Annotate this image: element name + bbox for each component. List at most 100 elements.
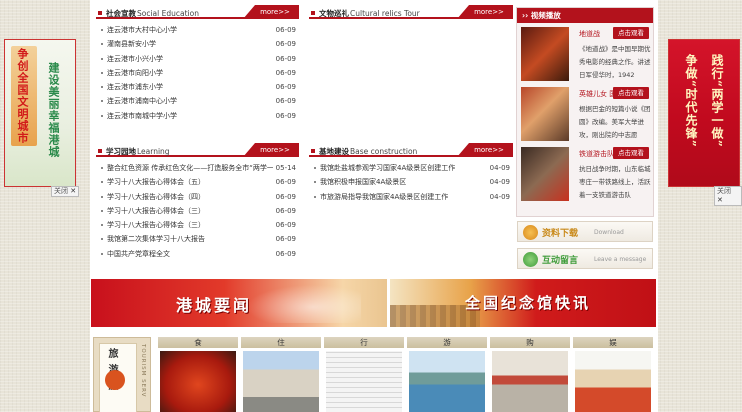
list-item[interactable]: 连云港市小兴小学 06-09	[96, 51, 299, 66]
item-date: 06-09	[272, 51, 296, 66]
leave-message-button[interactable]: 互动留言 Leave a message	[517, 248, 653, 269]
right-banner-slogan-a: 践行“两学一做”	[710, 54, 724, 148]
tourism-sightseeing[interactable]: 游	[407, 337, 487, 412]
list-item[interactable]: 连云港市向阳小学 06-09	[96, 65, 299, 81]
item-title[interactable]: 我馆第二次集体学习十八大报告	[107, 235, 205, 243]
item-title[interactable]: 学习十八大报告心得体会（三）	[107, 221, 205, 229]
more-link[interactable]: more>>	[457, 5, 513, 19]
left-side-banner[interactable]: 争创全国文明城市 建设美丽幸福港城	[4, 39, 76, 187]
tourism-food[interactable]: 食	[158, 337, 238, 412]
video-thumbnail[interactable]	[521, 27, 569, 81]
item-title[interactable]: 灌南县新安小学	[107, 40, 156, 48]
double-chevron-icon: ››	[522, 11, 531, 20]
item-title[interactable]: 学习十八大报告心得体会（五）	[107, 178, 205, 186]
more-link[interactable]: more>>	[243, 5, 299, 19]
square-bullet-icon	[311, 11, 315, 15]
item-title[interactable]: 连云港市浦东小学	[107, 83, 163, 91]
list-item[interactable]: 学习十八大报告心得体会（四） 06-09	[96, 189, 299, 204]
item-title[interactable]: 连云港市浦南中心小学	[107, 97, 177, 105]
learning-list: 整合红色资源 传承红色文化——打造服务全市“两学一 05-14 学习十八大报告心得…	[96, 161, 299, 262]
list-item[interactable]: 中国共产党章程全文 06-09	[96, 246, 299, 262]
category-label[interactable]: 住	[241, 337, 321, 348]
category-label[interactable]: 行	[324, 337, 404, 348]
square-bullet-icon	[311, 149, 315, 153]
item-date: 05-14	[272, 161, 296, 176]
video-description: 抗日战争时期，山东临城枣庄一带铁路线上，活跃着一支铁道游击队	[579, 165, 651, 199]
base-construction-panel: 基地建设Base construction more>> 我馆赴盐城参观学习国家…	[309, 143, 513, 204]
shopping-image[interactable]	[492, 351, 568, 412]
square-bullet-icon	[98, 149, 102, 153]
list-item[interactable]: 连云港市浦南中心小学 06-09	[96, 94, 299, 109]
list-item[interactable]: 连云港市南城中学小学 06-09	[96, 108, 299, 124]
memorial-news-banner[interactable]: 全国纪念馆快讯	[390, 279, 656, 327]
square-bullet-icon	[98, 11, 102, 15]
item-title[interactable]: 连云港市小兴小学	[107, 55, 163, 63]
list-item[interactable]: 整合红色资源 传承红色文化——打造服务全市“两学一 05-14	[96, 161, 299, 176]
tourism-entertainment[interactable]: 娱	[573, 337, 653, 412]
item-title[interactable]: 连云港市南城中学小学	[107, 112, 177, 120]
list-item[interactable]: 学习十八大报告心得体会（三） 06-09	[96, 203, 299, 219]
title-en: Cultural relics Tour	[350, 9, 420, 18]
category-label[interactable]: 食	[158, 337, 238, 348]
sightseeing-image[interactable]	[409, 351, 485, 412]
leave-message-label-en: Leave a message	[594, 256, 647, 263]
watch-button[interactable]: 点击观看	[613, 27, 649, 39]
more-link[interactable]: more>>	[457, 143, 513, 157]
item-title[interactable]: 中国共产党章程全文	[107, 250, 170, 258]
social-education-list: 连云港市大村中心小学 06-09 灌南县新安小学 06-09 连云港市小兴小学 06-…	[96, 23, 299, 124]
category-label[interactable]: 娱	[573, 337, 653, 348]
item-title[interactable]: 整合红色资源 传承红色文化——打造服务全市“两学一	[107, 164, 274, 172]
city-news-title: 港城要闻	[176, 296, 253, 315]
more-link[interactable]: more>>	[243, 143, 299, 157]
list-item[interactable]: 连云港市浦东小学 06-09	[96, 80, 299, 95]
video-title[interactable]: 英雄儿女 国	[579, 89, 616, 99]
item-date: 06-09	[272, 246, 296, 262]
list-item[interactable]: 我馆积极申报国家4A级景区 04-09	[309, 175, 513, 190]
list-item[interactable]: 学习十八大报告心得体会（五） 06-09	[96, 175, 299, 190]
category-label[interactable]: 游	[407, 337, 487, 348]
tourism-transport[interactable]: 行	[324, 337, 404, 412]
right-banner-close-button[interactable]: 关闭 ✕	[714, 186, 742, 206]
panel-header: 文物巡礼Cultural relics Tour more>>	[309, 5, 513, 19]
list-item[interactable]: 灌南县新安小学 06-09	[96, 37, 299, 52]
list-item[interactable]: 学习十八大报告心得体会（三） 06-09	[96, 218, 299, 233]
video-item[interactable]: 地道战 点击观看 《地道战》是中国早期优秀电影的经典之作。讲述日军侵华时，194…	[519, 27, 653, 83]
video-item[interactable]: 铁道游击队 点击观看 抗日战争时期，山东临城枣庄一带铁路线上，活跃着一支铁道游击…	[519, 147, 653, 203]
item-date: 06-09	[272, 218, 296, 233]
item-title[interactable]: 我馆赴盐城参观学习国家4A级景区创建工作	[320, 164, 455, 172]
item-title[interactable]: 我馆积极申报国家4A级景区	[320, 178, 406, 186]
item-date: 04-09	[486, 189, 510, 204]
item-title[interactable]: 连云港市向阳小学	[107, 69, 163, 77]
lodging-image[interactable]	[243, 351, 319, 412]
panel-title: 社会宣教Social Education	[98, 8, 199, 19]
watch-button[interactable]: 点击观看	[613, 87, 649, 99]
city-news-banner[interactable]: 港城要闻	[91, 279, 387, 327]
video-title[interactable]: 铁道游击队	[579, 149, 614, 159]
tourism-shopping[interactable]: 购	[490, 337, 570, 412]
video-thumbnail[interactable]	[521, 87, 569, 141]
list-item[interactable]: 我馆赴盐城参观学习国家4A级景区创建工作 04-09	[309, 161, 513, 176]
entertainment-image[interactable]	[575, 351, 651, 412]
video-title[interactable]: 地道战	[579, 29, 600, 39]
list-item[interactable]: 市旅游局指导我馆国家4A级景区创建工作 04-09	[309, 189, 513, 204]
right-side-banner[interactable]: 践行“两学一做” 争做“时代先锋”	[668, 39, 740, 187]
tourism-lodging[interactable]: 住	[241, 337, 321, 412]
left-banner-close-button[interactable]: 关闭 ✕	[51, 186, 80, 197]
video-item[interactable]: 英雄儿女 国 点击观看 根据巴金的短篇小说《团圆》改编。美军大举进攻，刚出院的中…	[519, 87, 653, 143]
watch-button[interactable]: 点击观看	[613, 147, 649, 159]
list-item[interactable]: 连云港市大村中心小学 06-09	[96, 23, 299, 38]
item-date: 06-09	[272, 189, 296, 204]
item-title[interactable]: 学习十八大报告心得体会（三）	[107, 207, 205, 215]
download-label-en: Download	[594, 229, 624, 236]
category-label[interactable]: 购	[490, 337, 570, 348]
tourism-label-card: 旅游服	[99, 343, 137, 412]
transport-image[interactable]	[326, 351, 402, 412]
item-title[interactable]: 市旅游局指导我馆国家4A级景区创建工作	[320, 193, 448, 201]
food-image[interactable]	[160, 351, 236, 412]
video-thumbnail[interactable]	[521, 147, 569, 201]
item-date: 06-09	[272, 232, 296, 247]
list-item[interactable]: 我馆第二次集体学习十八大报告 06-09	[96, 232, 299, 247]
item-title[interactable]: 连云港市大村中心小学	[107, 26, 177, 34]
item-title[interactable]: 学习十八大报告心得体会（四）	[107, 193, 205, 201]
download-button[interactable]: 资料下载 Download	[517, 221, 653, 242]
